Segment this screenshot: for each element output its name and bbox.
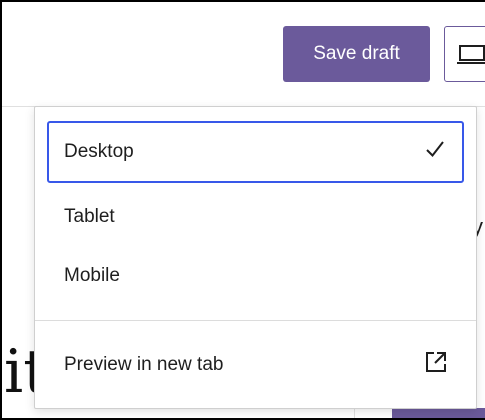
menu-item-label: Desktop	[64, 141, 134, 162]
editor-window: ita y Save draft Desktop Tablet Mobile	[0, 0, 485, 420]
check-icon	[424, 138, 446, 166]
menu-item-label: Preview in new tab	[64, 354, 224, 375]
menu-item-preview-new-tab[interactable]: Preview in new tab	[47, 334, 464, 396]
save-draft-button[interactable]: Save draft	[283, 26, 430, 82]
menu-item-label: Tablet	[64, 206, 115, 227]
menu-item-mobile[interactable]: Mobile	[47, 245, 464, 307]
sidebar-button-fragment	[392, 408, 485, 418]
menu-separator	[35, 320, 476, 321]
desktop-icon	[457, 45, 485, 64]
editor-header: Save draft	[2, 2, 485, 107]
menu-item-label: Mobile	[64, 265, 120, 286]
menu-item-tablet[interactable]: Tablet	[47, 186, 464, 248]
preview-toggle-button[interactable]	[444, 26, 485, 82]
preview-dropdown-menu: Desktop Tablet Mobile Preview in new tab	[34, 106, 477, 409]
menu-item-desktop[interactable]: Desktop	[47, 121, 464, 183]
external-link-icon	[424, 350, 448, 380]
